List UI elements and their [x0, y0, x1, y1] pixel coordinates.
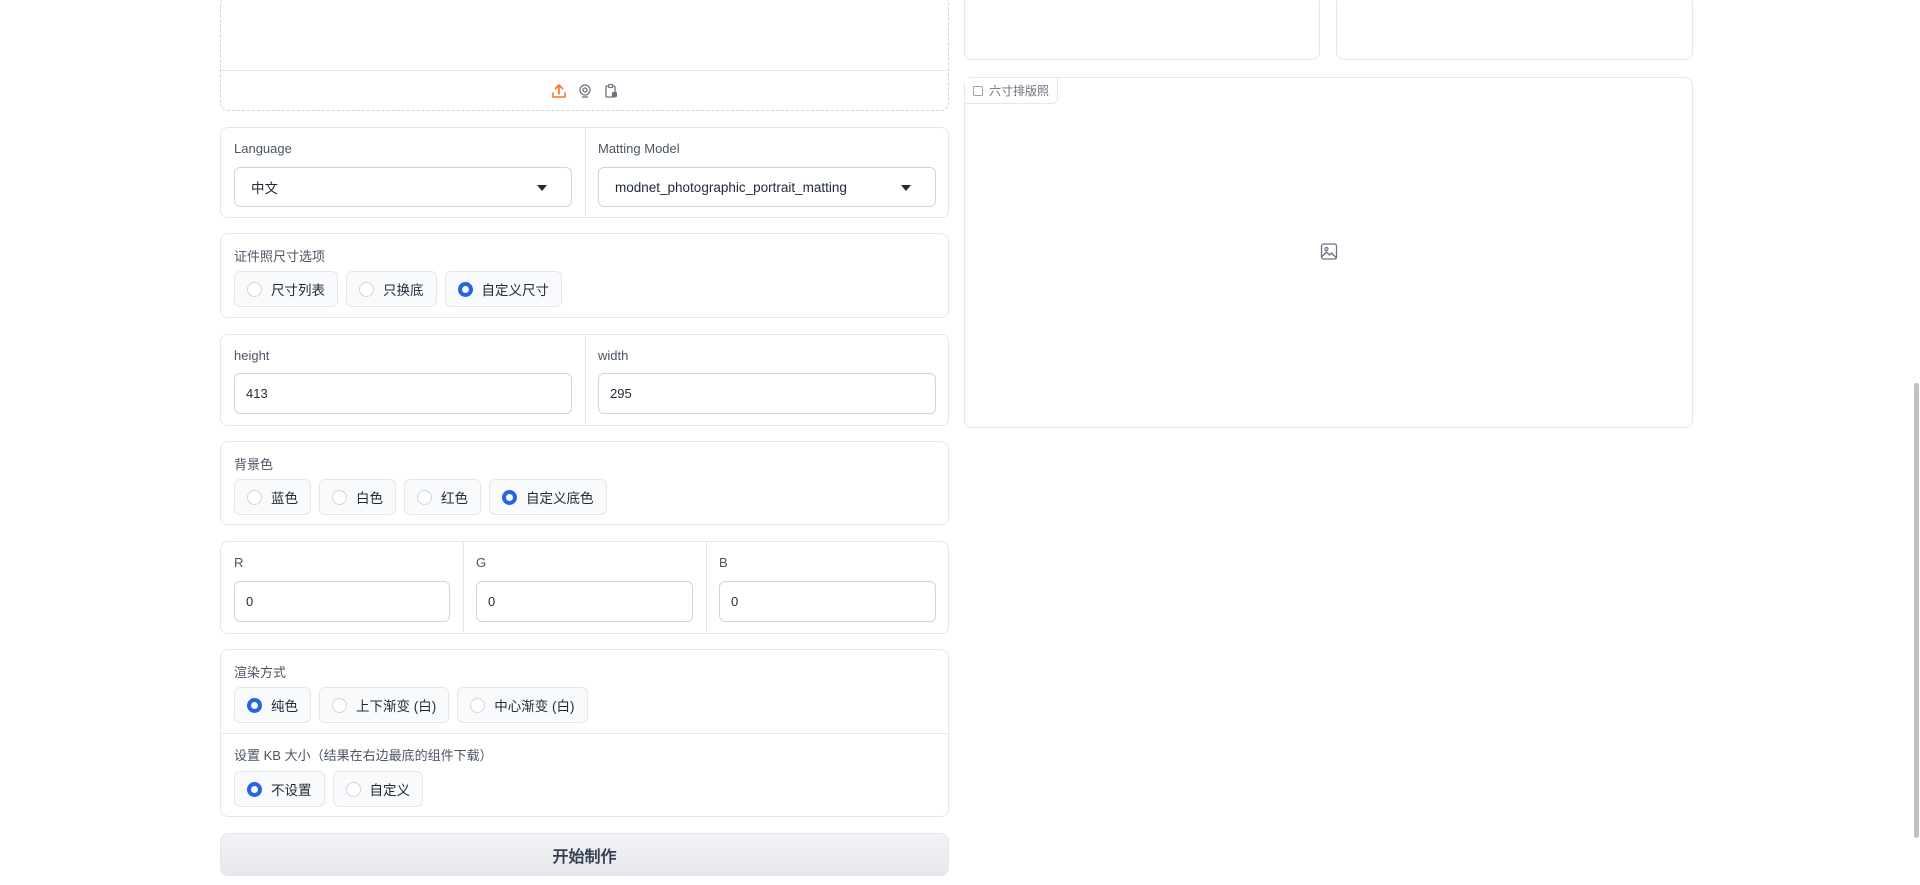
language-cell: Language 中文 — [221, 128, 585, 217]
upload-icon[interactable] — [550, 82, 568, 100]
b-cell: B 0 — [706, 542, 949, 633]
upload-source-bar — [221, 70, 948, 110]
radio-label: 自定义 — [369, 783, 411, 798]
background-color-block: 背景色 蓝色 白色 红色 自定义底色 — [220, 441, 949, 525]
b-value: 0 — [731, 594, 739, 609]
six-inch-label-tag: 六寸排版照 — [965, 78, 1059, 104]
b-label: B — [719, 555, 728, 570]
render-mode-group: 纯色 上下渐变 (白) 中心渐变 (白) — [234, 687, 588, 723]
rgb-row: R 0 G 0 B 0 — [220, 541, 949, 634]
radio-dot — [502, 489, 517, 505]
image-icon — [973, 85, 983, 96]
size-options-label: 证件照尺寸选项 — [234, 249, 326, 264]
matting-model-select[interactable]: modnet_photographic_portrait_matting — [598, 167, 936, 207]
background-color-label: 背景色 — [234, 457, 274, 472]
matting-model-label: Matting Model — [598, 141, 680, 156]
language-value: 中文 — [251, 181, 278, 196]
radio-dot — [247, 697, 262, 713]
radio-size-list[interactable]: 尺寸列表 — [234, 271, 338, 307]
render-mode-label: 渲染方式 — [234, 665, 287, 680]
six-inch-layout-panel: 六寸排版照 — [964, 77, 1693, 428]
render-kb-block: 渲染方式 纯色 上下渐变 (白) 中心渐变 (白) 设置 KB 大小（结果在右边… — [220, 649, 949, 817]
width-input[interactable]: 295 — [598, 373, 936, 414]
height-value: 413 — [246, 386, 268, 401]
image-placeholder-icon — [1320, 242, 1338, 263]
b-input[interactable]: 0 — [719, 581, 936, 622]
radio-white[interactable]: 白色 — [319, 479, 396, 515]
width-value: 295 — [610, 386, 632, 401]
radio-dot — [345, 781, 361, 797]
g-label: G — [476, 555, 487, 570]
radio-label: 自定义底色 — [526, 491, 594, 506]
radio-label: 上下渐变 (白) — [356, 699, 437, 714]
radio-custom-size[interactable]: 自定义尺寸 — [444, 271, 562, 307]
divider — [221, 733, 948, 734]
radio-dot — [332, 489, 347, 505]
language-label: Language — [234, 141, 292, 156]
radio-red[interactable]: 红色 — [404, 479, 481, 515]
r-label: R — [234, 555, 244, 570]
radio-label: 不设置 — [271, 783, 312, 798]
image-upload-area[interactable] — [220, 0, 949, 111]
output-image-panel-2 — [1336, 0, 1693, 60]
radio-dot — [332, 697, 347, 713]
r-cell: R 0 — [221, 542, 463, 633]
radio-label: 自定义尺寸 — [481, 283, 550, 298]
height-label: height — [234, 348, 270, 363]
radio-custom-kb[interactable]: 自定义 — [332, 771, 423, 807]
page-scrollbar[interactable] — [1912, 0, 1920, 885]
r-input[interactable]: 0 — [234, 581, 450, 622]
radio-dot — [457, 281, 473, 297]
radio-change-bg-only[interactable]: 只换底 — [346, 271, 437, 307]
kb-size-label: 设置 KB 大小（结果在右边最底的组件下载） — [234, 748, 493, 763]
radio-label: 白色 — [356, 491, 383, 506]
radio-dot — [470, 697, 486, 713]
scrollbar-thumb[interactable] — [1914, 383, 1919, 838]
height-input[interactable]: 413 — [234, 373, 572, 414]
radio-vertical-gradient[interactable]: 上下渐变 (白) — [319, 687, 450, 723]
radio-label: 红色 — [441, 491, 468, 506]
six-inch-label: 六寸排版照 — [989, 84, 1050, 98]
language-select[interactable]: 中文 — [234, 167, 572, 207]
width-label: width — [598, 348, 629, 363]
radio-label: 蓝色 — [271, 491, 298, 506]
radio-custom-color[interactable]: 自定义底色 — [489, 479, 607, 515]
radio-dot — [247, 781, 262, 797]
matting-model-cell: Matting Model modnet_photographic_portra… — [585, 128, 949, 217]
r-value: 0 — [246, 594, 254, 609]
language-model-row: Language 中文 Matting Model modnet_photogr… — [220, 127, 949, 218]
webcam-icon[interactable] — [576, 82, 594, 100]
radio-label: 纯色 — [271, 699, 298, 714]
chevron-down-icon — [537, 185, 547, 191]
g-input[interactable]: 0 — [476, 581, 693, 622]
g-cell: G 0 — [463, 542, 706, 633]
size-options-group: 尺寸列表 只换底 自定义尺寸 — [234, 271, 562, 307]
height-cell: height 413 — [221, 335, 585, 425]
radio-blue[interactable]: 蓝色 — [234, 479, 311, 515]
kb-size-group: 不设置 自定义 — [234, 771, 423, 807]
g-value: 0 — [488, 594, 496, 609]
radio-label: 只换底 — [383, 283, 424, 298]
radio-dot — [359, 281, 374, 297]
radio-dot — [247, 489, 262, 505]
radio-dot — [417, 489, 432, 505]
clipboard-icon[interactable] — [602, 82, 620, 100]
chevron-down-icon — [901, 185, 911, 191]
matting-model-value: modnet_photographic_portrait_matting — [615, 179, 847, 195]
radio-solid[interactable]: 纯色 — [234, 687, 311, 723]
size-options-block: 证件照尺寸选项 尺寸列表 只换底 自定义尺寸 — [220, 233, 949, 318]
radio-label: 尺寸列表 — [271, 283, 325, 298]
background-color-group: 蓝色 白色 红色 自定义底色 — [234, 479, 607, 515]
radio-dot — [247, 281, 262, 297]
dimension-row: height 413 width 295 — [220, 334, 949, 426]
width-cell: width 295 — [585, 335, 949, 425]
radio-label: 中心渐变 (白) — [494, 699, 575, 714]
start-button[interactable]: 开始制作 — [220, 833, 949, 876]
output-image-panel-1 — [964, 0, 1320, 60]
radio-center-gradient[interactable]: 中心渐变 (白) — [457, 687, 588, 723]
radio-no-kb-limit[interactable]: 不设置 — [234, 771, 325, 807]
